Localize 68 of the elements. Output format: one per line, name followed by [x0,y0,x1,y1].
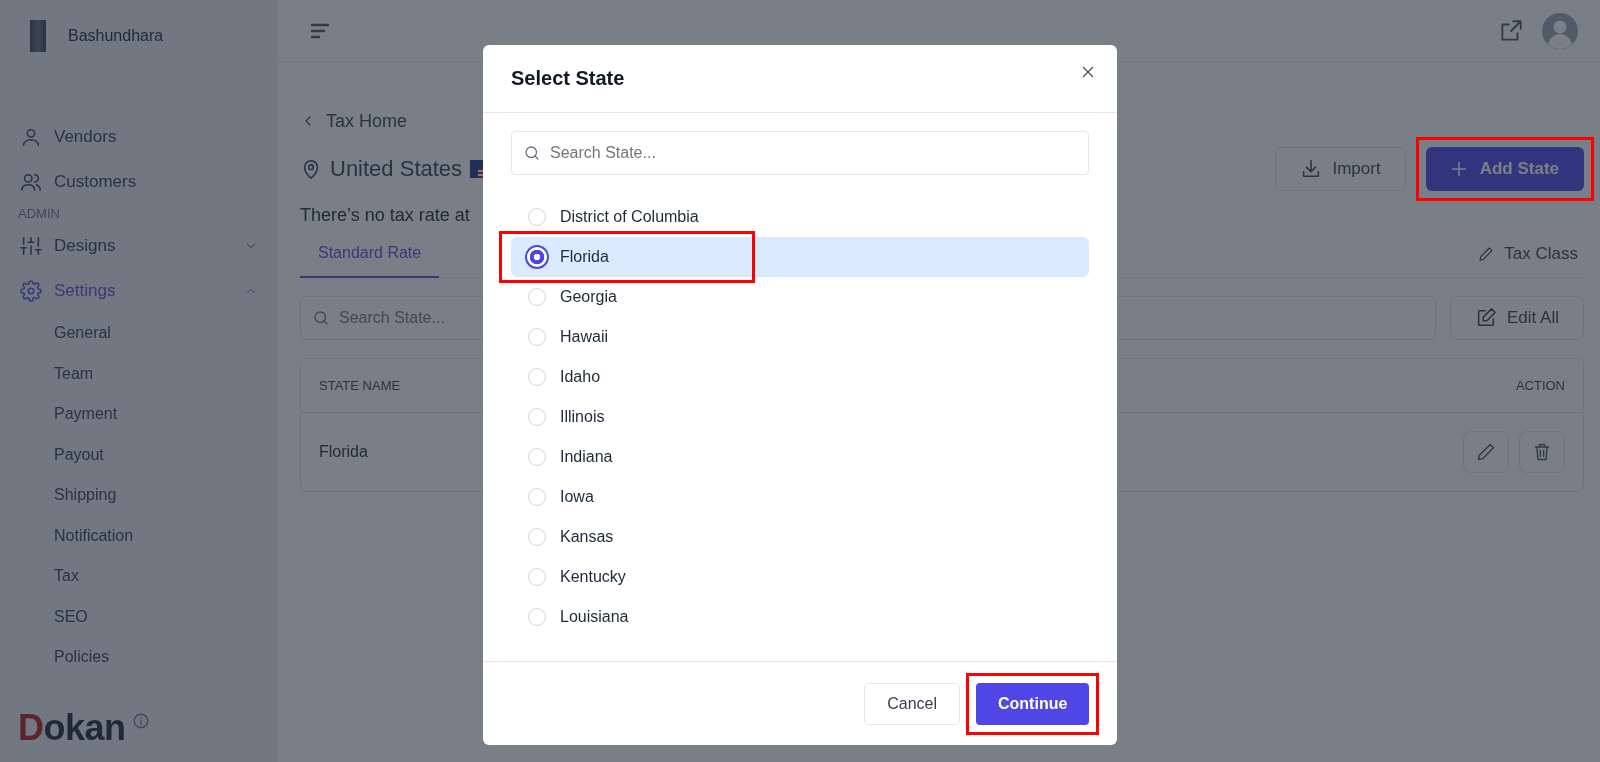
submenu-item[interactable]: Payment [20,394,278,435]
sidebar-item[interactable]: Settings [20,268,278,313]
flag-icon [470,160,485,178]
option-label: Louisiana [560,608,629,626]
submenu-item[interactable]: Payout [20,434,278,475]
state-option[interactable]: Idaho [511,357,1089,397]
submenu-item[interactable]: Tax [20,556,278,597]
store-logo-icon [30,20,46,52]
option-label: District of Columbia [560,208,699,226]
notice-text: There’s no tax rate at [300,205,470,226]
option-label: Iowa [560,488,594,506]
submenu-item[interactable]: Policies [20,637,278,678]
submenu-item[interactable]: Team [20,353,278,394]
delete-button[interactable] [1519,431,1565,473]
submenu-item[interactable]: SEO [20,596,278,637]
state-option[interactable]: Hawaii [511,317,1089,357]
state-option[interactable]: Iowa [511,477,1089,517]
edit-icon [1475,307,1497,329]
info-icon [131,712,150,730]
state-option[interactable]: District of Columbia [511,197,1089,237]
sidebar-item[interactable]: Vendors [20,114,278,159]
column-header: ACTION [1515,378,1565,393]
option-label: Indiana [560,448,613,466]
add-state-button[interactable]: Add State [1425,147,1584,191]
option-label: Idaho [560,368,601,386]
store-name: Bashundhara [68,27,164,45]
radio-button[interactable] [525,245,549,269]
option-label: Kansas [560,528,614,546]
state-option[interactable]: Louisiana [511,597,1089,637]
option-label: Hawaii [560,328,608,346]
state-option[interactable]: Illinois [511,397,1089,437]
dialog-title: Select State [511,67,625,90]
edit-all-button[interactable]: Edit All [1450,296,1584,340]
country-title: United States [330,156,463,182]
column-header: STATE NAME [319,378,401,393]
search-icon [523,144,541,162]
state-option[interactable]: Georgia [511,277,1089,317]
option-label: Kentucky [560,568,626,586]
state-option[interactable]: Florida [511,237,1089,277]
search-field[interactable]: Search State... [511,131,1089,175]
settings-icon [20,279,42,302]
trash-icon [1532,442,1552,462]
cancel-button[interactable]: Cancel [864,682,960,725]
search-icon [312,309,330,327]
table-cell: Florida [319,443,368,461]
submenu-item[interactable]: General [20,313,278,354]
external-link-icon [1498,17,1524,44]
option-label: Illinois [560,408,605,426]
submenu-item[interactable]: Notification [20,515,278,556]
external-link-button[interactable] [1498,17,1524,44]
pencil-icon [1476,442,1496,462]
option-label: Georgia [560,288,617,306]
option-label: Florida [560,248,609,266]
sidebar-item[interactable]: Designs [20,223,278,268]
tab[interactable]: Standard Rate [300,229,440,278]
sidebar-item[interactable]: Customers [20,159,278,204]
state-option[interactable]: Kentucky [511,557,1089,597]
dokan-logo: Dokan [18,710,126,746]
state-option[interactable]: Kansas [511,517,1089,557]
state-option[interactable]: Indiana [511,437,1089,477]
tax-class-link[interactable]: Tax Class [1478,243,1584,264]
sliders-icon [20,234,42,257]
import-button[interactable]: Import [1275,147,1406,191]
pencil-icon [1478,245,1495,262]
edit-button[interactable] [1463,431,1509,473]
avatar[interactable] [1542,12,1578,49]
submenu-item[interactable]: Shipping [20,475,278,516]
continue-button[interactable]: Continue [976,682,1089,725]
